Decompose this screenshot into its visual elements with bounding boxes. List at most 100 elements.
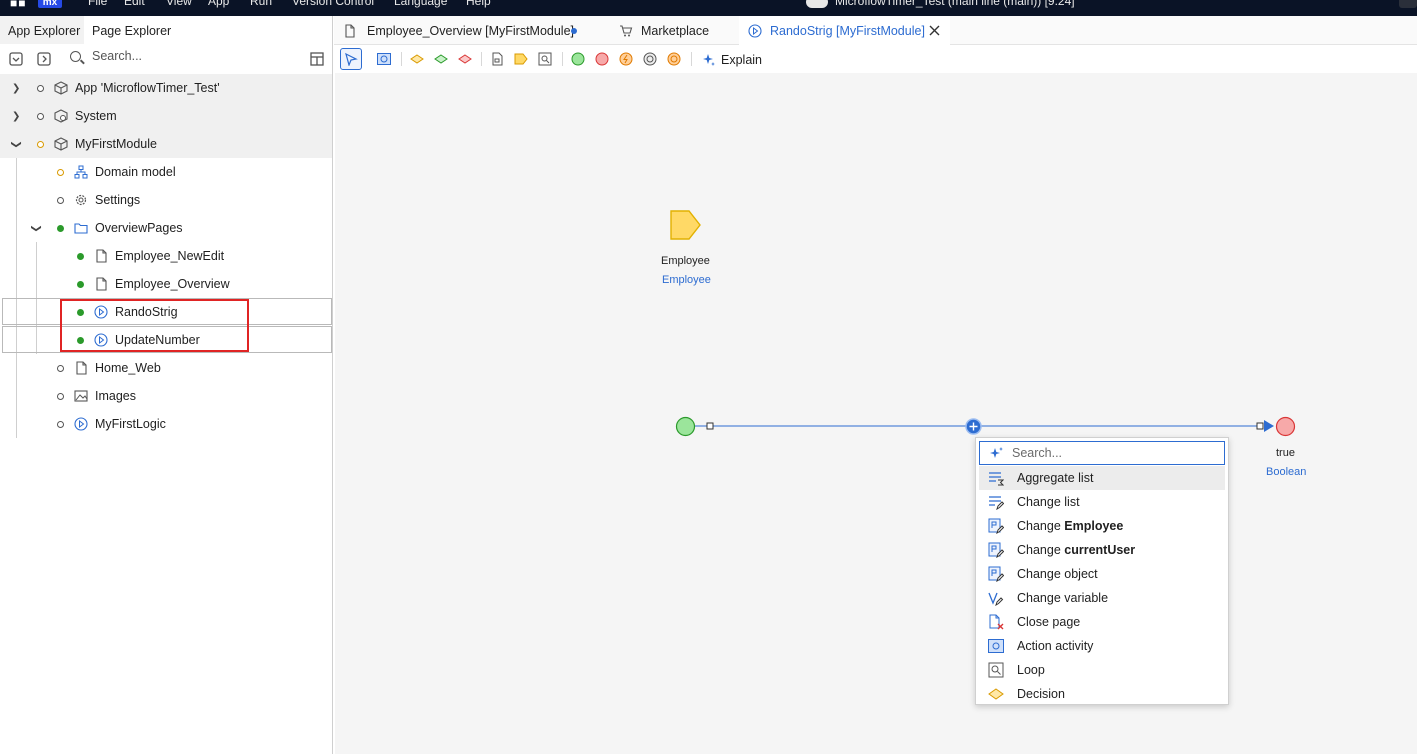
object-type-decision-icon[interactable] xyxy=(434,52,448,66)
microflow-canvas[interactable]: Employee Employee true Boolean xyxy=(335,73,1417,754)
explain-button[interactable]: Explain xyxy=(700,45,770,73)
start-event[interactable] xyxy=(675,416,696,437)
toolbar-separator xyxy=(481,52,482,66)
start-event-icon[interactable] xyxy=(571,52,585,66)
page-icon xyxy=(96,249,107,263)
menu-run[interactable]: Run xyxy=(250,0,272,8)
popup-item-change-employee[interactable]: Change Employee xyxy=(979,514,1225,538)
menu-view[interactable]: View xyxy=(166,0,192,8)
add-activity-plus-icon[interactable] xyxy=(965,418,982,435)
tree-item-myfirstmodule[interactable]: ❯ MyFirstModule xyxy=(0,130,332,158)
collapse-all-icon[interactable] xyxy=(37,52,51,66)
status-dot-added xyxy=(57,225,64,232)
explorer-search-input[interactable] xyxy=(92,49,272,63)
tree-item-system[interactable]: ❯ System xyxy=(0,102,332,130)
break-event-icon[interactable] xyxy=(667,52,681,66)
annotation-icon[interactable] xyxy=(490,52,504,66)
tree-item-myfirstlogic[interactable]: MyFirstLogic xyxy=(0,410,332,438)
tree-item-overviewpages[interactable]: ❯ OverviewPages xyxy=(0,214,332,242)
tree-item-domain-model[interactable]: Domain model xyxy=(0,158,332,186)
status-dot xyxy=(57,169,64,176)
status-dot xyxy=(57,197,64,204)
app-explorer-panel: App Explorer Page Explorer ❯ App 'Microf… xyxy=(0,16,333,754)
page-icon xyxy=(76,361,87,375)
pointer-icon xyxy=(345,52,358,66)
menu-app[interactable]: App xyxy=(208,0,229,8)
end-event-icon[interactable] xyxy=(595,52,609,66)
change-list-icon xyxy=(989,496,1004,510)
popup-item-label: Change variable xyxy=(1017,591,1109,605)
tree-item-label: System xyxy=(75,109,117,123)
tab-marketplace[interactable]: Marketplace xyxy=(609,16,737,45)
popup-item-change-variable[interactable]: Change variable xyxy=(979,586,1225,610)
tab-employee-overview[interactable]: Employee_Overview [MyFirstModule] xyxy=(334,16,596,45)
annotation-highlight-box xyxy=(60,299,249,352)
popup-item-decision[interactable]: Decision xyxy=(979,682,1225,706)
popup-item-change-list[interactable]: Change list xyxy=(979,490,1225,514)
popup-item-loop[interactable]: Loop xyxy=(979,658,1225,682)
tab-randostrig[interactable]: RandoStrig [MyFirstModule] xyxy=(739,16,950,45)
pointer-tool-button[interactable] xyxy=(340,48,362,70)
tree-item-settings[interactable]: Settings xyxy=(0,186,332,214)
menu-language[interactable]: Language xyxy=(394,0,447,8)
window-title: MicroflowTimer_Test (main line (main)) [… xyxy=(835,0,1075,8)
continue-event-icon[interactable] xyxy=(643,52,657,66)
status-dot xyxy=(57,393,64,400)
parameter-icon[interactable] xyxy=(514,52,528,66)
popup-item-aggregate-list[interactable]: Aggregate list xyxy=(979,466,1225,490)
tree-item-label: App 'MicroflowTimer_Test' xyxy=(75,81,220,95)
tree-item-label: OverviewPages xyxy=(95,221,183,235)
popup-item-change-currentuser[interactable]: Change currentUser xyxy=(979,538,1225,562)
popup-item-label: Close page xyxy=(1017,615,1081,629)
status-dot xyxy=(37,141,44,148)
run-button[interactable] xyxy=(1399,0,1417,8)
error-event-icon[interactable] xyxy=(619,52,633,66)
status-dot xyxy=(57,365,64,372)
system-module-icon xyxy=(54,109,68,123)
microflow-icon xyxy=(74,417,88,431)
popup-item-label: Change Employee xyxy=(1017,519,1124,533)
expand-all-icon[interactable] xyxy=(9,52,23,66)
decision-icon xyxy=(988,688,1004,700)
chevron-right-icon[interactable]: ❯ xyxy=(12,111,20,122)
change-object-icon xyxy=(988,518,1004,534)
explain-label: Explain xyxy=(721,53,762,67)
popup-item-close-page[interactable]: Close page xyxy=(979,610,1225,634)
tree-item-label: Home_Web xyxy=(95,361,161,375)
chevron-down-icon[interactable]: ❯ xyxy=(31,224,42,232)
menu-help[interactable]: Help xyxy=(466,0,491,8)
close-icon[interactable] xyxy=(929,25,940,36)
popup-item-change-object[interactable]: Change object xyxy=(979,562,1225,586)
tab-label: Marketplace xyxy=(641,24,710,38)
tree-item-employee-newedit[interactable]: Employee_NewEdit xyxy=(0,242,332,270)
status-dot xyxy=(37,113,44,120)
action-activity-icon[interactable] xyxy=(377,52,391,66)
popup-item-action-activity[interactable]: Action activity xyxy=(979,634,1225,658)
app-grid-icon[interactable]: ■■ xyxy=(10,0,27,10)
tree-item-images[interactable]: Images xyxy=(0,382,332,410)
menu-version-control[interactable]: Version Control xyxy=(292,0,374,8)
parameter-shape[interactable] xyxy=(669,209,703,243)
decision-icon[interactable] xyxy=(410,52,424,66)
tab-label: RandoStrig [MyFirstModule] xyxy=(770,24,925,38)
popup-search-input[interactable] xyxy=(1012,446,1212,460)
tab-app-explorer[interactable]: App Explorer xyxy=(8,24,80,38)
chevron-down-icon[interactable]: ❯ xyxy=(11,140,22,148)
tab-page-explorer[interactable]: Page Explorer xyxy=(92,24,171,38)
layout-toggle-icon[interactable] xyxy=(310,52,324,66)
loop-icon xyxy=(988,662,1004,678)
end-event[interactable] xyxy=(1275,416,1296,437)
explorer-tabs: App Explorer Page Explorer xyxy=(0,16,333,44)
merge-icon[interactable] xyxy=(458,52,472,66)
loop-icon[interactable] xyxy=(538,52,552,66)
menu-edit[interactable]: Edit xyxy=(124,0,145,8)
close-page-icon xyxy=(989,614,1004,630)
tree-item-employee-overview[interactable]: Employee_Overview xyxy=(0,270,332,298)
tree-item-app[interactable]: ❯ App 'MicroflowTimer_Test' xyxy=(0,74,332,102)
menu-file[interactable]: File xyxy=(88,0,107,8)
tree-item-home-web[interactable]: Home_Web xyxy=(0,354,332,382)
tree-item-label: MyFirstLogic xyxy=(95,417,166,431)
chevron-right-icon[interactable]: ❯ xyxy=(12,83,20,94)
sparkle-icon xyxy=(703,54,715,66)
mendix-logo: mx xyxy=(38,0,62,8)
